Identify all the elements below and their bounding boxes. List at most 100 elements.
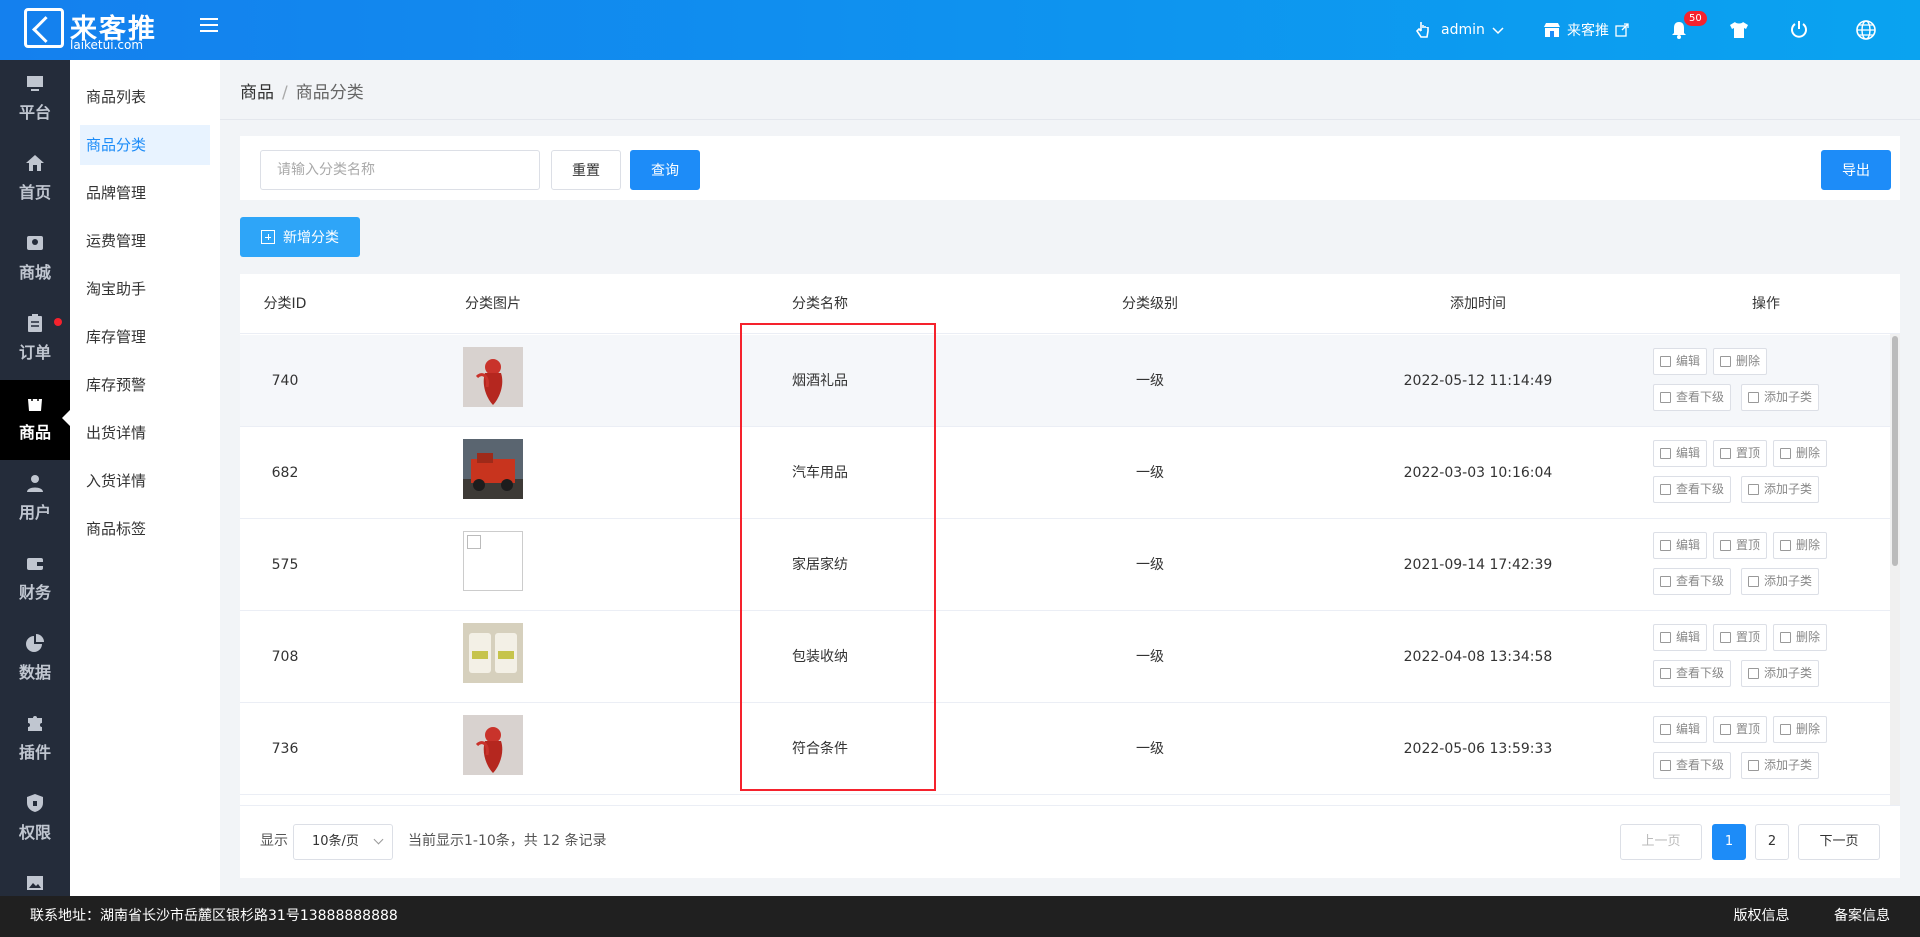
category-id: 708 — [271, 649, 299, 665]
category-name: 烟酒礼品 — [792, 373, 848, 389]
footer: 联系地址：湖南省长沙市岳麓区银杉路31号13888888888 版权信息 备案信… — [0, 896, 1920, 937]
submenu-goods-category[interactable]: 商品分类 — [80, 125, 210, 165]
view-children-button[interactable]: 查看下级 — [1653, 568, 1732, 595]
breadcrumb: 商品 / 商品分类 — [240, 78, 364, 103]
submenu-outbound[interactable]: 出货详情 — [80, 413, 210, 453]
delete-button[interactable]: 删除 — [1773, 440, 1828, 467]
submenu-goods-tag[interactable]: 商品标签 — [80, 509, 210, 549]
page-button-1[interactable]: 1 — [1712, 824, 1746, 860]
category-name-search-input[interactable] — [260, 150, 540, 190]
add-category-label: 新增分类 — [283, 230, 339, 246]
add-category-button[interactable]: 新增分类 — [240, 217, 360, 257]
user-name: admin — [1441, 22, 1485, 38]
category-image — [463, 347, 523, 407]
language-button[interactable] — [1855, 0, 1877, 60]
category-name: 汽车用品 — [792, 465, 848, 481]
edit-button[interactable]: 编辑 — [1653, 532, 1708, 559]
nav-order[interactable]: 订单 — [0, 300, 70, 380]
query-button[interactable]: 查询 — [630, 150, 700, 190]
delete-button[interactable]: 删除 — [1773, 716, 1828, 743]
submenu-inbound[interactable]: 入货详情 — [80, 461, 210, 501]
added-time: 2021-09-14 17:42:39 — [1403, 557, 1553, 573]
notifications-button[interactable]: 50 — [1670, 0, 1707, 60]
table-row: 682 汽车用品 一级 2022-03-03 10:16:04 编辑 置顶 删除… — [240, 427, 1890, 519]
edit-button[interactable]: 编辑 — [1653, 716, 1708, 743]
edit-button[interactable]: 编辑 — [1653, 440, 1708, 467]
view-children-button[interactable]: 查看下级 — [1653, 476, 1732, 503]
add-subcategory-button[interactable]: 添加子类 — [1741, 660, 1820, 687]
column-header: 分类ID — [263, 296, 307, 312]
search-panel: 重置 查询 导出 — [240, 136, 1900, 200]
add-subcategory-button[interactable]: 添加子类 — [1741, 752, 1820, 779]
prev-page-button[interactable]: 上一页 — [1620, 824, 1702, 860]
nav-user[interactable]: 用户 — [0, 460, 70, 540]
nav-mall[interactable]: 商城 — [0, 220, 70, 300]
nav-label: 用户 — [18, 503, 51, 522]
page-size-label: 显示 — [260, 833, 288, 849]
submenu-inventory[interactable]: 库存管理 — [80, 317, 210, 357]
export-button[interactable]: 导出 — [1821, 150, 1891, 190]
pin-top-button[interactable]: 置顶 — [1713, 532, 1768, 559]
added-time: 2022-03-03 10:16:04 — [1403, 465, 1553, 481]
nav-home[interactable]: 首页 — [0, 140, 70, 220]
nav-label: 平台 — [18, 103, 51, 122]
nav-data[interactable]: 数据 — [0, 620, 70, 700]
store-link[interactable]: 来客推 — [1543, 0, 1629, 60]
plus-square-icon — [261, 230, 275, 244]
view-children-button[interactable]: 查看下级 — [1653, 660, 1732, 687]
external-link-icon — [1615, 23, 1629, 37]
category-id: 682 — [271, 465, 299, 481]
submenu-stock-alert[interactable]: 库存预警 — [80, 365, 210, 405]
edit-button[interactable]: 编辑 — [1653, 348, 1708, 375]
submenu-brand[interactable]: 品牌管理 — [80, 173, 210, 213]
table-scrollbar[interactable] — [1890, 334, 1900, 874]
notification-badge: 50 — [1684, 11, 1707, 26]
page-size-select[interactable]: 10条/页 — [293, 824, 393, 860]
view-children-button[interactable]: 查看下级 — [1653, 752, 1732, 779]
nav-finance[interactable]: 财务 — [0, 540, 70, 620]
added-time: 2022-05-12 11:14:49 — [1403, 373, 1553, 389]
add-subcategory-button[interactable]: 添加子类 — [1741, 476, 1820, 503]
logout-button[interactable] — [1789, 0, 1809, 60]
delete-button[interactable]: 删除 — [1713, 348, 1768, 375]
pin-top-button[interactable]: 置顶 — [1713, 624, 1768, 651]
table-row: 575 家居家纺 一级 2021-09-14 17:42:39 编辑 置顶 删除… — [240, 519, 1890, 611]
category-image — [463, 439, 523, 499]
edit-button[interactable]: 编辑 — [1653, 624, 1708, 651]
divider — [220, 119, 1920, 120]
scrollbar-thumb[interactable] — [1892, 336, 1898, 566]
delete-button[interactable]: 删除 — [1773, 532, 1828, 559]
table-row: 736 符合条件 一级 2022-05-06 13:59:33 编辑 置顶 删除… — [240, 703, 1890, 795]
nav-label: 财务 — [18, 583, 51, 602]
next-page-button[interactable]: 下一页 — [1798, 824, 1880, 860]
nav-plugin[interactable]: 插件 — [0, 700, 70, 780]
copyright-link[interactable]: 版权信息 — [1734, 908, 1790, 924]
page-button-2[interactable]: 2 — [1755, 824, 1789, 860]
page-size-value: 10条/页 — [312, 834, 359, 849]
nav-permission[interactable]: 权限 — [0, 780, 70, 860]
pin-top-button[interactable]: 置顶 — [1713, 716, 1768, 743]
breadcrumb-parent[interactable]: 商品 — [240, 83, 274, 103]
submenu-goods-list[interactable]: 商品列表 — [80, 77, 210, 117]
category-level: 一级 — [1136, 741, 1164, 757]
category-name: 符合条件 — [792, 741, 848, 757]
delete-button[interactable]: 删除 — [1773, 624, 1828, 651]
category-level: 一级 — [1136, 465, 1164, 481]
pin-top-button[interactable]: 置顶 — [1713, 440, 1768, 467]
menu-toggle-icon[interactable] — [200, 18, 218, 34]
nav-media[interactable] — [0, 860, 70, 896]
category-name: 家居家纺 — [792, 557, 848, 573]
add-subcategory-button[interactable]: 添加子类 — [1741, 568, 1820, 595]
nav-platform[interactable]: 平台 — [0, 60, 70, 140]
user-menu[interactable]: admin — [1415, 0, 1505, 60]
logo[interactable]: 来客推 laiketui.com — [24, 8, 184, 54]
reset-button[interactable]: 重置 — [551, 150, 621, 190]
theme-button[interactable] — [1729, 0, 1749, 60]
pie-chart-icon — [26, 634, 44, 652]
record-link[interactable]: 备案信息 — [1834, 908, 1890, 924]
view-children-button[interactable]: 查看下级 — [1653, 384, 1732, 411]
submenu-freight[interactable]: 运费管理 — [80, 221, 210, 261]
submenu-taobao-helper[interactable]: 淘宝助手 — [80, 269, 210, 309]
nav-goods[interactable]: 商品 — [0, 380, 70, 460]
add-subcategory-button[interactable]: 添加子类 — [1741, 384, 1820, 411]
